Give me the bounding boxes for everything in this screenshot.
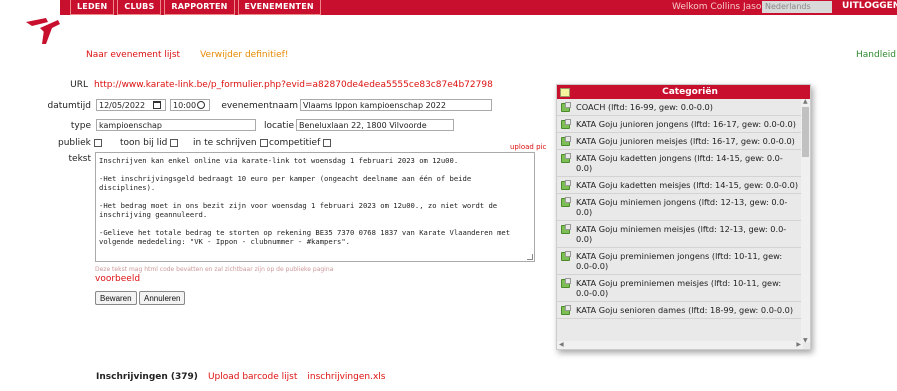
date-value: 12/05/2022: [99, 100, 146, 110]
time-value: 10:00: [173, 100, 197, 110]
scroll-down-icon[interactable]: ▼: [803, 337, 808, 344]
karate-logo: [26, 18, 60, 44]
add-category-icon[interactable]: [561, 251, 571, 261]
category-label: KATA Goju kadetten jongens (lftd: 14-15,…: [576, 153, 783, 173]
category-item[interactable]: COACH (lftd: 16-99, gew: 0.0-0.0): [557, 99, 803, 116]
scroll-right-icon[interactable]: ▶: [796, 341, 801, 348]
add-category-icon[interactable]: [561, 180, 571, 190]
registrations-xls-link[interactable]: inschrijvingen.xls: [307, 372, 385, 382]
location-input[interactable]: Beneluxlaan 22, 1800 Vilvoorde: [296, 119, 454, 131]
type-label: type: [70, 121, 91, 131]
category-item[interactable]: KATA Goju miniemen meisjes (lftd: 12-13,…: [557, 221, 803, 248]
category-item[interactable]: KATA Goju miniemen jongens (lftd: 12-13,…: [557, 194, 803, 221]
categories-list: COACH (lftd: 16-99, gew: 0.0-0.0) KATA Go…: [557, 99, 803, 343]
delete-permanently-link[interactable]: Verwijder definitief!: [200, 50, 288, 60]
add-category-icon[interactable]: [561, 136, 571, 146]
welcome-text: Welkom Collins Jason: [672, 2, 768, 12]
show-member-label: toon bij lid: [120, 138, 168, 148]
calendar-icon[interactable]: [153, 101, 161, 109]
back-to-events-link[interactable]: Naar evenement lijst: [86, 50, 180, 60]
category-item[interactable]: KATA Goju junioren meisjes (lftd: 16-17,…: [557, 133, 803, 150]
type-input[interactable]: kampioenschap: [96, 119, 256, 131]
resize-handle[interactable]: [527, 254, 533, 260]
text-paragraph: -Het bedrag moet in ons bezit zijn voor …: [99, 201, 502, 219]
location-label: locatie: [263, 121, 294, 131]
show-member-checkbox[interactable]: [170, 139, 179, 147]
add-category-icon[interactable]: [561, 305, 571, 315]
category-label: KATA Goju preminiemen jongens (lftd: 10-…: [576, 251, 783, 271]
nav-item-clubs[interactable]: CLUBS: [117, 0, 162, 15]
add-category-icon[interactable]: [561, 119, 571, 129]
categories-header: Categoriën: [557, 85, 810, 99]
horizontal-scrollbar[interactable]: ◀ ▶: [557, 341, 803, 349]
category-item[interactable]: KATA Goju kadetten meisjes (lftd: 14-15,…: [557, 177, 803, 194]
add-category-icon[interactable]: [561, 197, 571, 207]
categories-title: Categoriën: [662, 87, 718, 97]
competitive-checkbox-row: competitief: [269, 138, 332, 148]
public-checkbox-row: publiek: [58, 138, 102, 148]
text-paragraph: -Het inschrijvingsgeld bedraagt 10 euro …: [99, 174, 476, 192]
upload-pic-link[interactable]: upload pic: [510, 143, 546, 151]
language-select[interactable]: Nederlands: [762, 1, 832, 13]
add-category-icon[interactable]: [561, 153, 571, 163]
event-name-label: evenementnaam: [221, 101, 298, 111]
help-link[interactable]: Handleid: [856, 50, 896, 60]
scrollbar-thumb[interactable]: [802, 107, 809, 157]
public-label: publiek: [58, 138, 91, 148]
category-label: KATA Goju junioren meisjes (lftd: 16-17,…: [576, 136, 795, 146]
add-category-icon[interactable]: [561, 224, 571, 234]
scroll-up-icon[interactable]: ▲: [803, 98, 808, 105]
competitive-label: competitief: [269, 138, 321, 148]
event-name-input[interactable]: Vlaams Ippon kampioenschap 2022: [300, 99, 492, 111]
sub-nav: Naar evenement lijst Verwijder definitie…: [86, 50, 288, 60]
competitive-checkbox[interactable]: [323, 139, 332, 147]
category-label: KATA Goju miniemen jongens (lftd: 12-13,…: [576, 197, 788, 217]
category-label: KATA Goju miniemen meisjes (lftd: 12-13,…: [576, 224, 787, 244]
clock-icon[interactable]: [197, 101, 205, 109]
category-label: COACH (lftd: 16-99, gew: 0.0-0.0): [576, 102, 713, 112]
vertical-scrollbar[interactable]: ▲ ▼: [801, 98, 810, 344]
url-label: URL: [70, 80, 88, 90]
logout-link[interactable]: UITLOGGEN: [842, 1, 897, 11]
scroll-left-icon[interactable]: ◀: [559, 341, 564, 348]
public-checkbox[interactable]: [93, 139, 102, 147]
main-nav: LEDEN CLUBS RAPPORTEN EVENEMENTEN: [70, 0, 321, 15]
category-item[interactable]: KATA Goju kadetten jongens (lftd: 14-15,…: [557, 150, 803, 177]
time-input[interactable]: 10:00: [170, 99, 210, 111]
top-navbar: LEDEN CLUBS RAPPORTEN EVENEMENTEN Welkom…: [60, 0, 897, 15]
text-paragraph: Inschrijven kan enkel online via karate-…: [99, 156, 459, 165]
category-label: KATA Goju preminiemen meisjes (lftd: 10-…: [576, 278, 782, 298]
html-hint: Deze tekst mag html code bevatten en zal…: [95, 266, 334, 273]
category-label: KATA Goju junioren jongens (lftd: 16-17,…: [576, 119, 796, 129]
url-link[interactable]: http://www.karate-link.be/p_formulier.ph…: [94, 80, 493, 90]
category-item[interactable]: KATA Goju junioren jongens (lftd: 16-17,…: [557, 116, 803, 133]
upload-barcode-link[interactable]: Upload barcode lijst: [208, 372, 297, 382]
enroll-label: in te schrijven: [193, 138, 257, 148]
save-button[interactable]: Bewaren: [95, 291, 137, 305]
registrations-row: Inschrijvingen (379) Upload barcode lijs…: [96, 372, 385, 382]
category-item[interactable]: KATA Goju preminiemen meisjes (lftd: 10-…: [557, 275, 803, 302]
nav-item-leden[interactable]: LEDEN: [70, 0, 115, 15]
add-category-icon[interactable]: [561, 102, 571, 112]
date-input[interactable]: 12/05/2022: [96, 99, 166, 111]
enroll-checkbox-row: in te schrijven: [193, 138, 268, 148]
add-category-icon[interactable]: [561, 278, 571, 288]
description-textarea[interactable]: Inschrijven kan enkel online via karate-…: [95, 152, 535, 262]
category-label: KATA Goju kadetten meisjes (lftd: 14-15,…: [576, 180, 799, 190]
enroll-checkbox[interactable]: [259, 139, 268, 147]
preview-link[interactable]: voorbeeld: [95, 274, 140, 284]
categories-panel: Categoriën COACH (lftd: 16-99, gew: 0.0-…: [556, 84, 811, 350]
category-item[interactable]: KATA Goju senioren dames (lftd: 18-99, g…: [557, 302, 803, 319]
cancel-button[interactable]: Annuleren: [139, 291, 186, 305]
datetime-label: datumtijd: [47, 101, 91, 111]
registrations-heading: Inschrijvingen (379): [96, 372, 198, 382]
category-item[interactable]: KATA Goju preminiemen jongens (lftd: 10-…: [557, 248, 803, 275]
nav-item-evenementen[interactable]: EVENEMENTEN: [237, 0, 321, 15]
text-paragraph: -Gelieve het totale bedrag te storten op…: [99, 228, 515, 246]
category-label: KATA Goju senioren dames (lftd: 18-99, g…: [576, 305, 794, 315]
show-member-checkbox-row: toon bij lid: [120, 138, 179, 148]
text-label: tekst: [68, 154, 92, 164]
select-all-icon[interactable]: [560, 87, 570, 97]
nav-item-rapporten[interactable]: RAPPORTEN: [164, 0, 235, 15]
